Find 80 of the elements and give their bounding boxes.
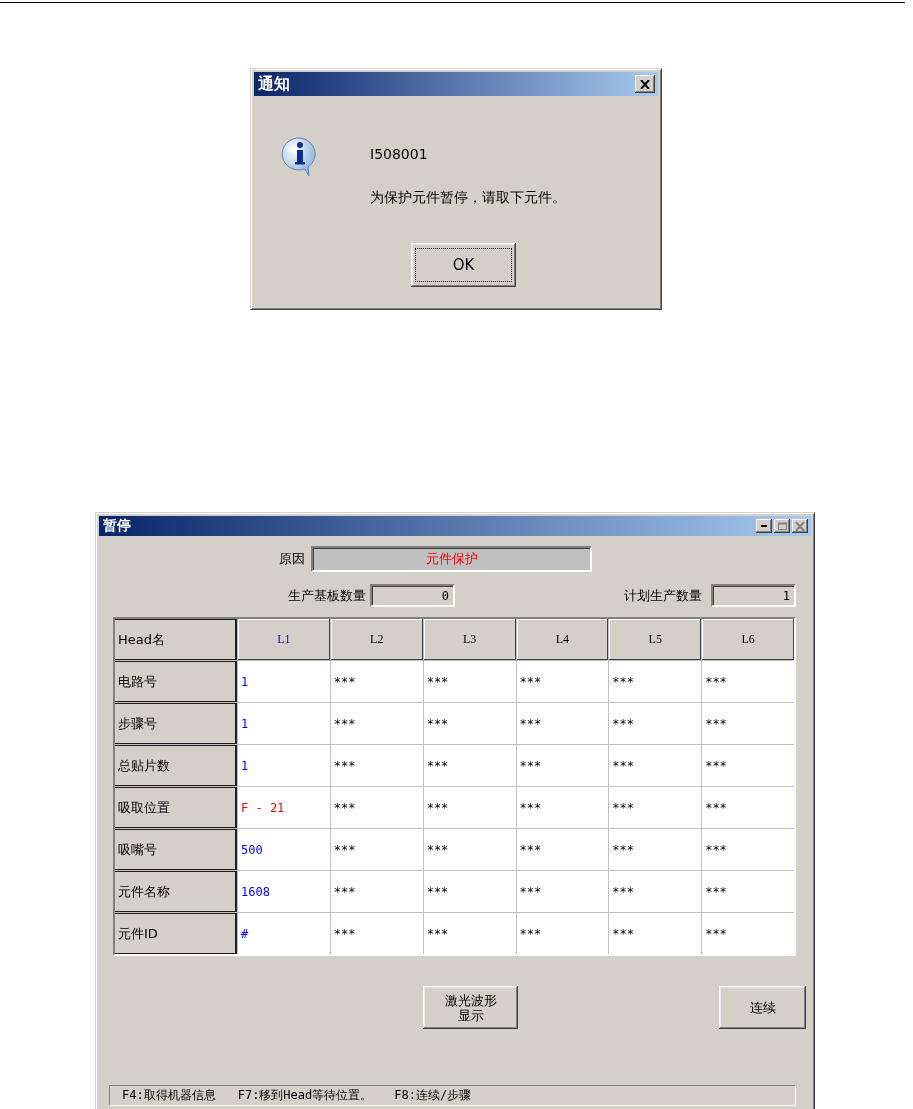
reason-field: 元件保护 [311,546,592,572]
row-header: 总贴片数 [115,745,237,786]
table-cell: *** [702,745,794,786]
table-cell: *** [609,829,702,870]
maximize-icon [777,522,787,530]
table-cell: *** [702,829,794,870]
row-header: 元件ID [115,913,237,954]
action-button[interactable]: 连续 [719,986,806,1029]
table-cell: *** [702,703,794,744]
column-header[interactable]: L6 [702,619,794,660]
table-cell: *** [702,787,794,828]
table-cell: 500 [238,829,330,870]
table-cell: *** [330,829,423,870]
board-count-field: 0 [370,584,455,607]
shortcut-hint: F8:连续/步骤 [394,1087,472,1104]
shortcut-hint: F4:取得机器信息 [122,1087,216,1104]
table-cell: 1608 [238,871,330,912]
board-count-label: 生产基板数量 [288,586,366,605]
table-cell: *** [330,871,423,912]
table-cell: *** [702,913,794,954]
column-header[interactable]: L4 [516,619,609,660]
row-header: 吸取位置 [115,787,237,828]
table-cell: *** [423,661,516,702]
table-cell: *** [423,871,516,912]
table-cell: F - 21 [238,787,330,828]
table-cell: *** [609,787,702,828]
planned-count-field: 1 [711,584,796,607]
row-header: Head名 [115,619,237,660]
close-icon [640,79,650,89]
table-cell: *** [609,871,702,912]
close-button[interactable] [635,75,655,93]
table-cell: *** [516,745,609,786]
table-cell: *** [516,871,609,912]
column-header[interactable]: L2 [330,619,423,660]
close-button[interactable] [792,519,808,533]
row-header: 吸嘴号 [115,829,237,870]
table-cell: *** [516,829,609,870]
table-cell: *** [423,829,516,870]
maximize-button[interactable] [774,519,790,533]
table-cell: *** [516,661,609,702]
message-code: I508001 [370,145,429,164]
close-icon [795,521,805,531]
planned-count-label: 计划生产数量 [624,586,702,605]
message-text: 为保护元件暂停，请取下元件。 [370,188,566,207]
row-header: 元件名称 [115,871,237,912]
table-cell: *** [702,661,794,702]
column-header[interactable]: L5 [609,619,702,660]
table-cell: *** [609,913,702,954]
table-cell: *** [702,871,794,912]
window-title: 通知 [258,73,291,95]
table-cell: 1 [238,745,330,786]
table-cell: *** [516,703,609,744]
table-cell: # [238,913,330,954]
reason-label: 原因 [279,550,305,568]
shortcut-hint: F7:移到Head等待位置。 [237,1087,373,1104]
table-cell: *** [516,787,609,828]
row-header: 步骤号 [115,703,237,744]
table-cell: *** [330,745,423,786]
table-cell: *** [516,913,609,954]
table-cell: *** [423,787,516,828]
minimize-button[interactable] [756,519,772,533]
window-title: 暂停 [103,517,132,535]
table-cell: *** [609,745,702,786]
table-cell: *** [423,703,516,744]
table-cell: 1 [238,703,330,744]
column-header[interactable]: L1 [238,619,330,660]
table-cell: *** [330,661,423,702]
column-header[interactable]: L3 [423,619,516,660]
table-cell: *** [330,703,423,744]
table-cell: *** [609,703,702,744]
row-header: 电路号 [115,661,237,702]
table-cell: *** [423,745,516,786]
table-cell: *** [330,787,423,828]
table-cell: *** [609,661,702,702]
table-cell: *** [423,913,516,954]
minimize-icon [761,525,767,527]
table-cell: *** [330,913,423,954]
ok-button[interactable]: OK [411,243,516,287]
action-button[interactable]: 激光波形显示 [423,986,518,1029]
table-cell: 1 [238,661,330,702]
